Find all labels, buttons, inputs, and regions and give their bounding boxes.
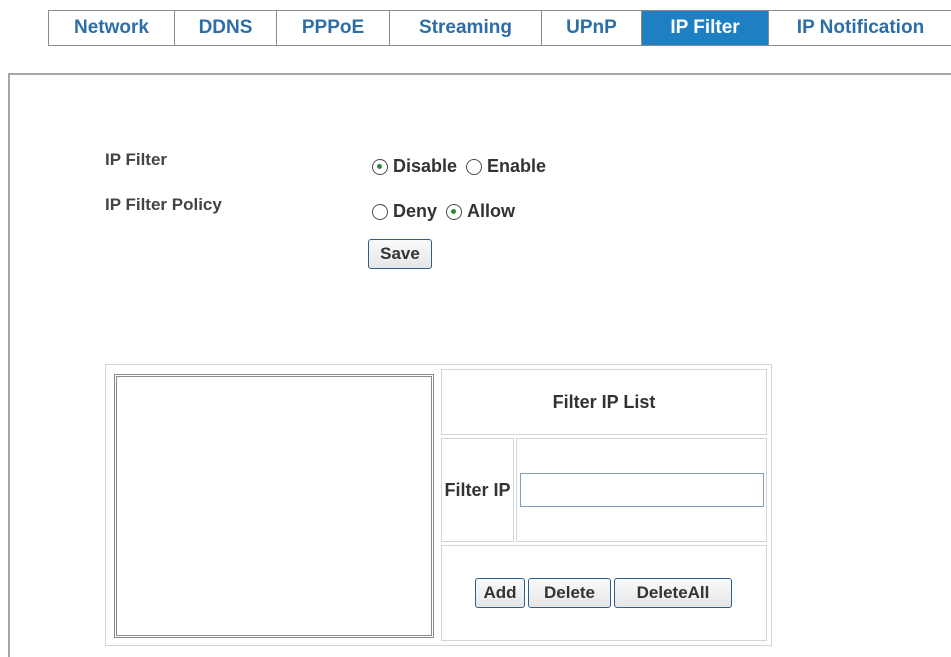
tab-ip-notification[interactable]: IP Notification xyxy=(769,11,951,46)
delete-all-button[interactable]: DeleteAll xyxy=(614,578,732,608)
ip-filter-disable-radio[interactable] xyxy=(372,158,388,175)
ip-filter-enable-radio[interactable] xyxy=(466,158,483,175)
filter-ip-list-title-cell: Filter IP List xyxy=(441,369,767,435)
tab-upnp[interactable]: UPnP xyxy=(542,11,642,46)
tab-ip-filter[interactable]: IP Filter xyxy=(642,11,769,46)
add-button[interactable]: Add xyxy=(475,578,525,608)
tab-ddns[interactable]: DDNS xyxy=(175,11,277,46)
tab-pppoe[interactable]: PPPoE xyxy=(277,11,390,46)
ip-filter-disable-label: Disable xyxy=(393,156,458,176)
tab-network[interactable]: Network xyxy=(49,11,175,46)
filter-ip-listbox[interactable] xyxy=(114,374,434,638)
filter-ip-input[interactable] xyxy=(520,473,764,507)
filter-ip-label-cell: Filter IP xyxy=(441,438,514,542)
save-button[interactable]: Save xyxy=(368,239,432,269)
filter-ip-label: Filter IP xyxy=(444,479,511,500)
ip-filter-enable-label: Enable xyxy=(487,156,547,176)
ip-filter-radio-group: Disable Enable xyxy=(372,156,555,177)
policy-deny-label: Deny xyxy=(393,201,438,221)
tab-bar: Network DDNS PPPoE Streaming UPnP IP Fil… xyxy=(48,10,951,46)
filter-ip-list-title: Filter IP List xyxy=(552,391,656,412)
policy-allow-radio[interactable] xyxy=(446,203,463,220)
policy-allow-label: Allow xyxy=(467,201,516,221)
delete-button[interactable]: Delete xyxy=(528,578,611,608)
page-root: Network DDNS PPPoE Streaming UPnP IP Fil… xyxy=(0,0,951,657)
tab-streaming[interactable]: Streaming xyxy=(390,11,542,46)
policy-deny-radio[interactable] xyxy=(372,203,388,220)
ip-filter-label: IP Filter xyxy=(105,150,168,169)
policy-radio-group: Deny Allow xyxy=(372,201,524,222)
ip-filter-policy-label: IP Filter Policy xyxy=(105,195,222,214)
